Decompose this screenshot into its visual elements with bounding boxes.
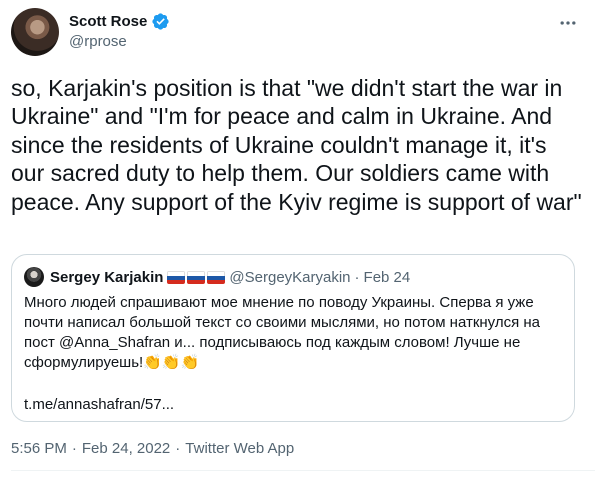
tweet-date[interactable]: Feb 24, 2022: [82, 440, 170, 457]
meta-separator: ·: [71, 440, 77, 457]
russia-flag-icon: [207, 270, 226, 284]
tweet-source[interactable]: Twitter Web App: [185, 440, 294, 457]
clapping-hands-emoji: 👏👏👏: [143, 354, 200, 371]
meta-separator: ·: [175, 440, 181, 457]
flag-emojis: [167, 270, 226, 284]
quoted-tweet-text: Много людей спрашивают мое мнение по пов…: [24, 293, 564, 373]
quoted-tweet-link[interactable]: t.me/annashafran/57...: [24, 396, 174, 413]
quoted-author-name: Sergey Karjakin: [50, 268, 164, 286]
tweet-metadata: 5:56 PM · Feb 24, 2022 · Twitter Web App: [11, 440, 294, 457]
author-handle[interactable]: @rprose: [69, 33, 170, 50]
russia-flag-icon: [187, 270, 206, 284]
quoted-tweet[interactable]: Sergey Karjakin @SergeyKaryakin · Feb 24…: [11, 254, 575, 422]
quoted-tweet-header: Sergey Karjakin @SergeyKaryakin · Feb 24: [24, 267, 410, 287]
quoted-tweet-body: Много людей спрашивают мое мнение по пов…: [24, 294, 541, 371]
tweet-text: so, Karjakin's position is that "we didn…: [11, 75, 582, 215]
tweet-header: Scott Rose @rprose: [69, 11, 170, 50]
more-options-icon[interactable]: [557, 12, 579, 34]
author-name[interactable]: Scott Rose: [69, 13, 147, 30]
verified-badge-icon: [151, 12, 170, 31]
quoted-separator: ·: [354, 268, 360, 286]
quoted-author-handle: @SergeyKaryakin: [229, 268, 351, 286]
quoted-date: Feb 24: [363, 268, 411, 286]
author-avatar[interactable]: [11, 8, 59, 56]
quoted-author-avatar: [24, 267, 44, 287]
tweet-time[interactable]: 5:56 PM: [11, 440, 67, 457]
russia-flag-icon: [167, 270, 186, 284]
divider: [11, 470, 595, 471]
